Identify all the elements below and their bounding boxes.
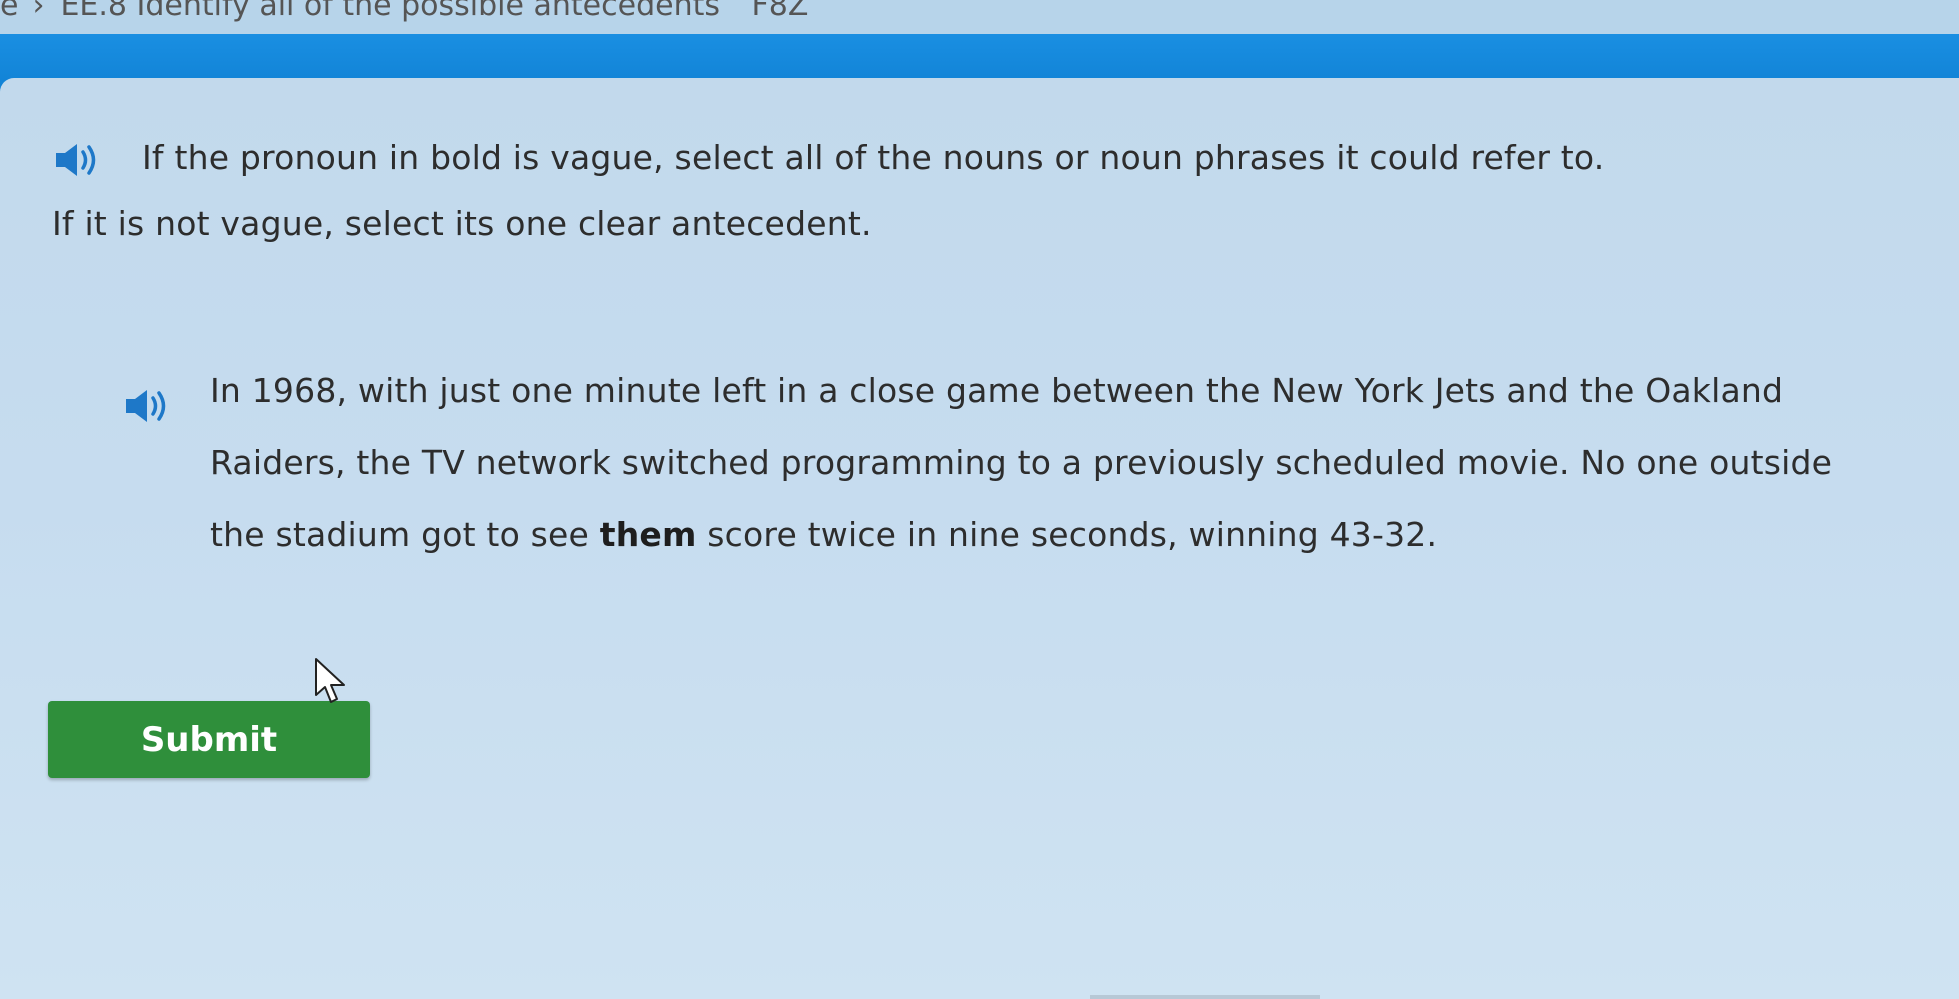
submit-button[interactable]: Submit	[48, 701, 370, 778]
breadcrumb-separator-icon: ›	[32, 0, 45, 23]
speaker-icon[interactable]	[52, 137, 104, 179]
breadcrumb-title[interactable]: EE.8 Identify all of the possible antece…	[60, 0, 720, 23]
mouse-pointer-icon	[315, 658, 345, 703]
instruction-text-line-1: If the pronoun in bold is vague, select …	[142, 138, 1605, 177]
passage-text-after-pronoun[interactable]: score twice in nine seconds, winning 43-…	[697, 515, 1438, 554]
breadcrumb-code: F8Z	[751, 0, 809, 23]
breadcrumb-prefix[interactable]: e	[0, 0, 18, 23]
passage-text: In 1968, with just one minute left in a …	[210, 355, 1850, 571]
partial-footer-text	[1090, 995, 1320, 999]
speaker-icon[interactable]	[122, 385, 174, 427]
question-instruction: If the pronoun in bold is vague, select …	[52, 125, 1852, 257]
top-navigation-bar: e › EE.8 Identify all of the possible ante…	[0, 0, 1959, 34]
bold-pronoun: them	[599, 515, 697, 554]
instruction-text-line-2: If it is not vague, select its one clear…	[52, 204, 872, 243]
breadcrumb[interactable]: e › EE.8 Identify all of the possible ante…	[0, 0, 808, 23]
